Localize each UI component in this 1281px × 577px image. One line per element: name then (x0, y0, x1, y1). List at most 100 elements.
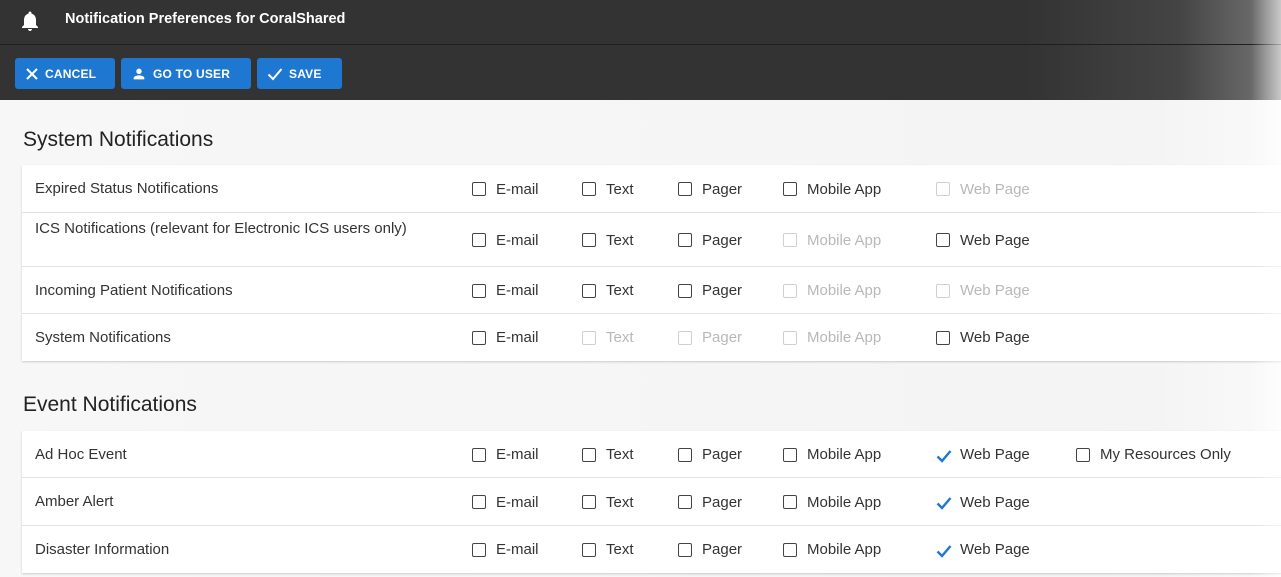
checkbox-checked-icon[interactable] (936, 495, 952, 510)
checkbox-label: Text (606, 493, 634, 511)
checkbox-text[interactable]: Text (582, 492, 634, 512)
checkbox-label: Mobile App (807, 446, 882, 463)
checkbox-e-mail[interactable]: E-mail (472, 328, 539, 348)
checkbox-label: Mobile App (807, 541, 882, 558)
bell-icon (22, 11, 38, 31)
checkbox-unchecked-icon[interactable] (678, 495, 692, 509)
checkbox-web-page[interactable]: Web Page (936, 230, 1030, 250)
checkbox-unchecked-icon[interactable] (1076, 447, 1090, 462)
checkbox-unchecked-icon[interactable] (678, 182, 692, 196)
checkbox-e-mail[interactable]: E-mail (472, 492, 539, 512)
notification-row-disaster-information: Disaster Information E-mail Text Pager Mobil… (22, 526, 1281, 573)
check-icon (267, 67, 283, 80)
notification-row-amber-alert: Amber Alert E-mail Text Pager Mobile App Web … (22, 478, 1281, 526)
checkbox-label: Pager (702, 329, 743, 346)
close-icon (26, 67, 38, 80)
checkbox-unchecked-icon[interactable] (936, 233, 950, 247)
checkbox-label: Pager (702, 282, 743, 299)
checkbox-checked-icon[interactable] (936, 447, 952, 463)
checkbox-unchecked-icon[interactable] (472, 233, 486, 247)
checkbox-pager[interactable]: Pager (678, 492, 742, 512)
checkbox-unchecked-icon (936, 283, 950, 298)
save-button[interactable]: SAVE (257, 58, 342, 89)
checkbox-label: Pager (702, 446, 743, 463)
checkbox-text[interactable]: Text (582, 179, 634, 199)
checkbox-unchecked-icon (783, 233, 797, 247)
checkbox-unchecked-icon[interactable] (472, 182, 486, 196)
checkbox-unchecked-icon[interactable] (783, 542, 797, 557)
checkbox-e-mail[interactable]: E-mail (472, 281, 539, 301)
checkbox-pager[interactable]: Pager (678, 281, 742, 301)
page-header: Notification Preferences for CoralShared… (0, 0, 1281, 100)
system-notifications-heading: System Notifications (23, 128, 214, 151)
checkbox-mobile-app[interactable]: Mobile App (783, 445, 881, 465)
checkbox-web-page[interactable]: Web Page (936, 540, 1030, 560)
checkbox-unchecked-icon[interactable] (678, 233, 692, 247)
notification-row-ics-notifications-relevant-for-electronic-ics-users-only: ICS Notifications (relevant for Electron… (22, 213, 1281, 267)
checkbox-mobile-app[interactable]: Mobile App (783, 540, 881, 560)
checkbox-unchecked-icon[interactable] (472, 447, 486, 462)
event-notifications-panel: Ad Hoc Event E-mail Text Pager Mobile App Web… (22, 431, 1281, 573)
checkbox-unchecked-icon[interactable] (582, 542, 596, 557)
notification-row-expired-status-notifications: Expired Status Notifications E-mail Text Pa… (22, 165, 1281, 213)
checkbox-unchecked-icon[interactable] (783, 182, 797, 196)
checkbox-unchecked-icon[interactable] (582, 182, 596, 196)
checkbox-e-mail[interactable]: E-mail (472, 445, 539, 465)
checkbox-pager: Pager (678, 328, 742, 348)
checkbox-web-page[interactable]: Web Page (936, 328, 1030, 348)
checkbox-mobile-app[interactable]: Mobile App (783, 179, 881, 199)
checkbox-e-mail[interactable]: E-mail (472, 540, 539, 560)
go-to-user-button[interactable]: GO TO USER (121, 58, 251, 89)
checkbox-label: Web Page (960, 446, 1030, 463)
checkbox-unchecked-icon[interactable] (678, 447, 692, 462)
notification-row-label: Expired Status Notifications (35, 180, 219, 197)
checkbox-my-resources-only[interactable]: My Resources Only (1076, 445, 1231, 465)
checkbox-unchecked-icon[interactable] (582, 283, 596, 298)
checkbox-pager[interactable]: Pager (678, 445, 742, 465)
checkbox-label: Text (606, 282, 634, 299)
checkbox-pager[interactable]: Pager (678, 540, 742, 560)
checkbox-pager[interactable]: Pager (678, 179, 742, 199)
checkbox-e-mail[interactable]: E-mail (472, 179, 539, 199)
checkbox-unchecked-icon[interactable] (472, 542, 486, 557)
title-bar: Notification Preferences for CoralShared (0, 0, 1281, 45)
checkbox-text[interactable]: Text (582, 281, 634, 301)
checkbox-label: Text (606, 231, 634, 249)
checkbox-unchecked-icon[interactable] (678, 283, 692, 298)
checkbox-label: E-mail (496, 541, 539, 558)
checkbox-label: Mobile App (807, 329, 882, 346)
checkbox-mobile-app: Mobile App (783, 230, 881, 250)
checkbox-label: Mobile App (807, 231, 882, 249)
checkbox-checked-icon[interactable] (936, 542, 952, 558)
checkbox-web-page[interactable]: Web Page (936, 445, 1030, 465)
checkbox-label: Web Page (960, 180, 1030, 198)
checkbox-unchecked-icon (678, 330, 692, 345)
checkbox-label: Web Page (960, 231, 1030, 249)
checkbox-unchecked-icon[interactable] (678, 542, 692, 557)
checkbox-label: Text (606, 329, 634, 346)
checkbox-unchecked-icon[interactable] (472, 283, 486, 298)
checkbox-unchecked-icon (936, 182, 950, 196)
checkbox-pager[interactable]: Pager (678, 230, 742, 250)
checkbox-label: Web Page (960, 282, 1030, 299)
checkbox-text[interactable]: Text (582, 445, 634, 465)
checkbox-unchecked-icon[interactable] (936, 330, 950, 345)
checkbox-text[interactable]: Text (582, 230, 634, 250)
checkbox-unchecked-icon[interactable] (582, 233, 596, 247)
checkbox-label: Text (606, 180, 634, 198)
checkbox-unchecked-icon[interactable] (783, 447, 797, 462)
checkbox-mobile-app: Mobile App (783, 281, 881, 301)
checkbox-mobile-app[interactable]: Mobile App (783, 492, 881, 512)
checkbox-web-page[interactable]: Web Page (936, 492, 1030, 512)
cancel-button[interactable]: CANCEL (15, 58, 115, 89)
checkbox-unchecked-icon[interactable] (472, 495, 486, 509)
checkbox-unchecked-icon[interactable] (783, 495, 797, 509)
notification-row-label: Amber Alert (35, 493, 114, 510)
checkbox-unchecked-icon[interactable] (582, 447, 596, 462)
checkbox-unchecked-icon[interactable] (472, 330, 486, 345)
checkbox-unchecked-icon[interactable] (582, 495, 596, 509)
checkbox-text[interactable]: Text (582, 540, 634, 560)
checkbox-label: Mobile App (807, 493, 882, 511)
checkbox-text: Text (582, 328, 634, 348)
checkbox-e-mail[interactable]: E-mail (472, 230, 539, 250)
